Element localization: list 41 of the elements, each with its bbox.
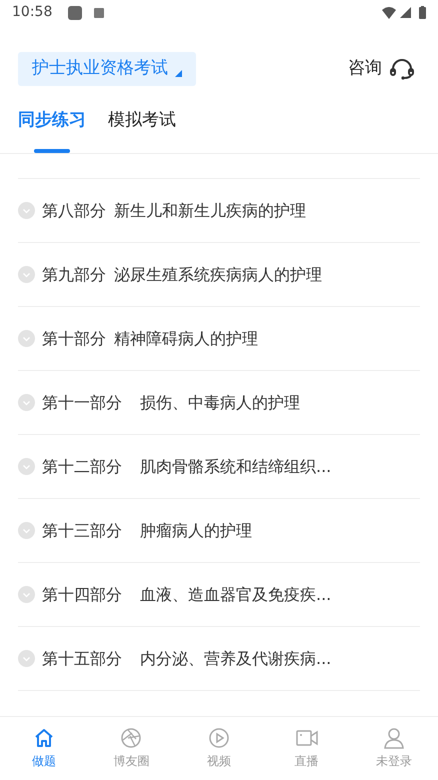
nav-tab[interactable]: 做题	[0, 727, 88, 770]
chapter-title[interactable]: 损伤、中毒病人的护理	[140, 390, 300, 414]
check-circle-icon	[18, 202, 35, 219]
chapter-part[interactable]: 第十三部分	[42, 518, 122, 542]
check-circle-icon	[18, 586, 35, 603]
chapter-title[interactable]: 精神障碍病人的护理	[114, 326, 258, 350]
tab-indicator	[34, 149, 70, 153]
chapter-part[interactable]: 第十五部分	[42, 646, 122, 670]
chapter-title[interactable]: 血液、造血器官及免疫疾...	[140, 582, 332, 606]
chapter-part[interactable]: 第十二部分	[42, 454, 122, 478]
app-notification-icon	[68, 6, 82, 20]
chapter-part[interactable]: 第十部分	[42, 326, 106, 350]
wifi-icon	[382, 6, 396, 18]
check-circle-icon	[18, 266, 35, 283]
exam-selector-dropdown[interactable]: 护士执业资格考试	[18, 52, 196, 86]
chapter-title[interactable]: 内分泌、营养及代谢疾病...	[140, 646, 332, 670]
status-time: 10:58	[12, 3, 52, 22]
chapter-part[interactable]: 第十一部分	[42, 390, 122, 414]
person-icon	[383, 727, 406, 749]
check-circle-icon	[18, 650, 35, 667]
chapter-part[interactable]: 第九部分	[42, 262, 106, 286]
check-circle-icon	[18, 522, 35, 539]
chapter-title[interactable]: 肿瘤病人的护理	[140, 518, 252, 542]
tab[interactable]: 模拟考试	[108, 106, 176, 136]
caret-icon	[175, 70, 182, 76]
check-circle-icon	[18, 458, 35, 475]
chapter-part[interactable]: 第八部分	[42, 198, 106, 222]
battery-icon	[419, 6, 426, 19]
signal-icon	[400, 7, 411, 18]
aperture-icon	[120, 727, 142, 749]
chapter-title[interactable]: 肌肉骨骼系统和结缔组织...	[140, 454, 332, 478]
home-icon	[32, 727, 55, 749]
check-circle-icon	[18, 394, 35, 411]
consult-button[interactable]: 咨询	[348, 56, 414, 82]
chapter-title[interactable]: 泌尿生殖系统疾病病人的护理	[114, 262, 322, 286]
tab[interactable]: 同步练习	[18, 106, 86, 136]
headset-icon	[390, 58, 414, 80]
play-icon	[208, 727, 230, 749]
chapter-title[interactable]: 新生儿和新生儿疾病的护理	[114, 198, 306, 222]
chapter-part[interactable]: 第十四部分	[42, 582, 122, 606]
check-circle-icon	[18, 330, 35, 347]
